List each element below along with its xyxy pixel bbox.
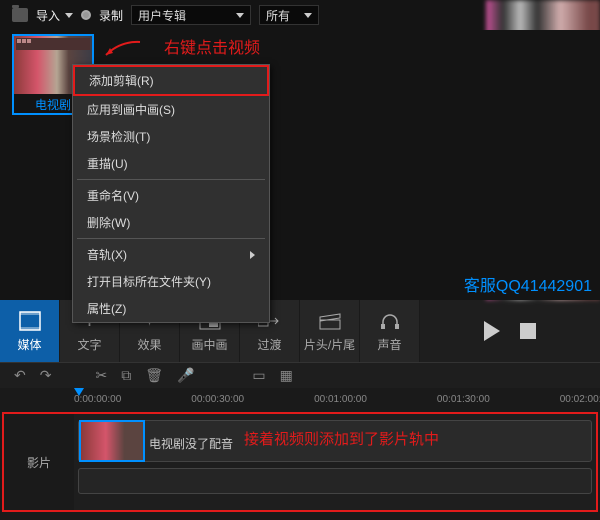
menu-rename[interactable]: 重命名(V): [73, 182, 269, 209]
context-menu: 添加剪辑(R) 应用到画中画(S) 场景检测(T) 重描(U) 重命名(V) 删…: [72, 64, 270, 323]
playhead[interactable]: [74, 388, 84, 396]
redo-icon[interactable]: ↷: [40, 367, 52, 384]
annotation-qq: 客服QQ41442901: [464, 272, 592, 296]
chevron-down-icon: [236, 13, 244, 18]
trash-icon[interactable]: 🗑: [145, 367, 163, 384]
tab-titles[interactable]: 片头/片尾: [300, 300, 360, 362]
chevron-right-icon: [250, 251, 255, 259]
menu-delete[interactable]: 删除(W): [73, 209, 269, 236]
screen-icon[interactable]: ▭: [252, 367, 265, 384]
filter-combo[interactable]: 所有: [259, 5, 319, 25]
clapper-icon: [318, 310, 342, 332]
tab-media[interactable]: 媒体: [0, 300, 60, 362]
chevron-down-icon[interactable]: [65, 13, 73, 18]
record-btn[interactable]: 录制: [99, 7, 123, 24]
copy-icon[interactable]: ⧉: [121, 367, 131, 384]
menu-properties[interactable]: 属性(Z): [73, 295, 269, 322]
annotation-added: 接着视频则添加到了影片轨中: [244, 428, 439, 449]
playback-controls: [420, 300, 600, 362]
video-clip[interactable]: [79, 420, 145, 462]
stop-button[interactable]: [520, 323, 536, 339]
menu-apply-pip[interactable]: 应用到画中画(S): [73, 96, 269, 123]
menu-audio[interactable]: 音轨(X): [73, 241, 269, 268]
album-combo[interactable]: 用户专辑: [131, 5, 251, 25]
tab-sound[interactable]: 声音: [360, 300, 420, 362]
headphone-icon: [378, 310, 402, 332]
media-library: 电视剧 右键点击视频 添加剪辑(R) 应用到画中画(S) 场景检测(T) 重描(…: [0, 30, 600, 300]
folder-icon: [12, 8, 28, 22]
track-label-video: 影片: [4, 414, 74, 510]
audio-track[interactable]: [78, 468, 592, 494]
menu-open-folder[interactable]: 打开目标所在文件夹(Y): [73, 268, 269, 295]
timeline-toolbar: ↶ ↷ ✂ ⧉ 🗑 🎤 ▭ ▦: [0, 362, 600, 388]
menu-repeat[interactable]: 重描(U): [73, 150, 269, 177]
cut-icon[interactable]: ✂: [95, 367, 107, 384]
annotation-rightclick: 右键点击视频: [120, 34, 260, 58]
record-icon: [81, 10, 91, 20]
menu-scene-detect[interactable]: 场景检测(T): [73, 123, 269, 150]
clip-title: 电视剧没了配音: [149, 435, 233, 452]
undo-icon[interactable]: ↶: [14, 367, 26, 384]
timeline-tracks: 影片 电视剧没了配音 接着视频则添加到了影片轨中: [2, 412, 598, 512]
chevron-down-icon: [304, 13, 312, 18]
import-btn[interactable]: 导入: [36, 7, 60, 24]
grid-icon[interactable]: ▦: [280, 367, 293, 384]
menu-separator: [77, 238, 265, 239]
menu-separator: [77, 179, 265, 180]
play-button[interactable]: [484, 321, 500, 341]
timeline-ruler[interactable]: 0:00:00:0000:00:30:0000:01:00:0000:01:30…: [0, 388, 600, 410]
media-icon: [18, 310, 42, 332]
mic-icon[interactable]: 🎤: [177, 367, 194, 384]
menu-add-clip[interactable]: 添加剪辑(R): [73, 65, 269, 96]
